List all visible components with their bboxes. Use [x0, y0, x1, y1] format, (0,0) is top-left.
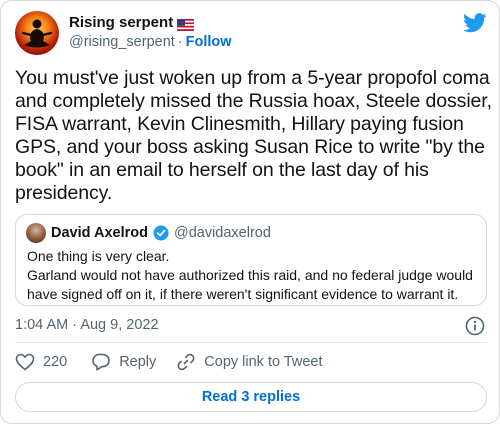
follow-button[interactable]: Follow [186, 34, 232, 50]
tweet-card: Rising serpent @rising_serpent · Follow Yo… [0, 0, 500, 424]
reply-bubble-icon [92, 353, 111, 371]
tweet-time: 1:04 AM [15, 317, 69, 333]
quoted-tweet[interactable]: David Axelrod @davidaxelrod One thing is… [15, 214, 487, 306]
quoted-line-2: Garland would not have authorized this r… [27, 267, 473, 302]
divider [15, 342, 487, 343]
quoted-author-handle: @davidaxelrod [173, 225, 271, 241]
quoted-tweet-text: One thing is very clear. Garland would n… [27, 247, 479, 304]
copy-link-label: Copy link to Tweet [204, 354, 323, 370]
author-name[interactable]: Rising serpent [69, 14, 173, 31]
like-count: 220 [43, 354, 68, 370]
us-flag-icon [177, 18, 195, 31]
tweet-date: Aug 9, 2022 [80, 317, 159, 333]
reply-label: Reply [119, 354, 157, 370]
avatar[interactable] [15, 11, 59, 55]
heart-icon [15, 353, 35, 371]
timestamp-separator: · [72, 317, 78, 333]
tweet-text: You must've just woken up from a 5-year … [15, 67, 492, 204]
separator-dot: · [177, 34, 183, 50]
like-button[interactable]: 220 [15, 353, 67, 371]
quoted-author-name: David Axelrod [51, 225, 148, 241]
reply-button[interactable]: Reply [91, 352, 156, 372]
tweet-timestamp[interactable]: 1:04 AM · Aug 9, 2022 [15, 317, 159, 333]
twitter-bird-icon[interactable] [463, 13, 487, 33]
verified-badge-icon [153, 225, 169, 241]
quoted-avatar [26, 223, 46, 243]
meditating-figure-icon [21, 19, 53, 48]
info-icon[interactable] [465, 316, 485, 336]
tweet-header: Rising serpent @rising_serpent · Follow [15, 11, 487, 55]
tweet-actions: 220 Reply Copy link to Tweet [15, 351, 323, 373]
link-icon [177, 353, 195, 371]
quoted-line-1: One thing is very clear. [27, 248, 170, 264]
copy-link-button[interactable]: Copy link to Tweet [176, 352, 323, 372]
author-handle[interactable]: @rising_serpent [69, 34, 175, 50]
read-replies-button[interactable]: Read 3 replies [15, 382, 487, 412]
